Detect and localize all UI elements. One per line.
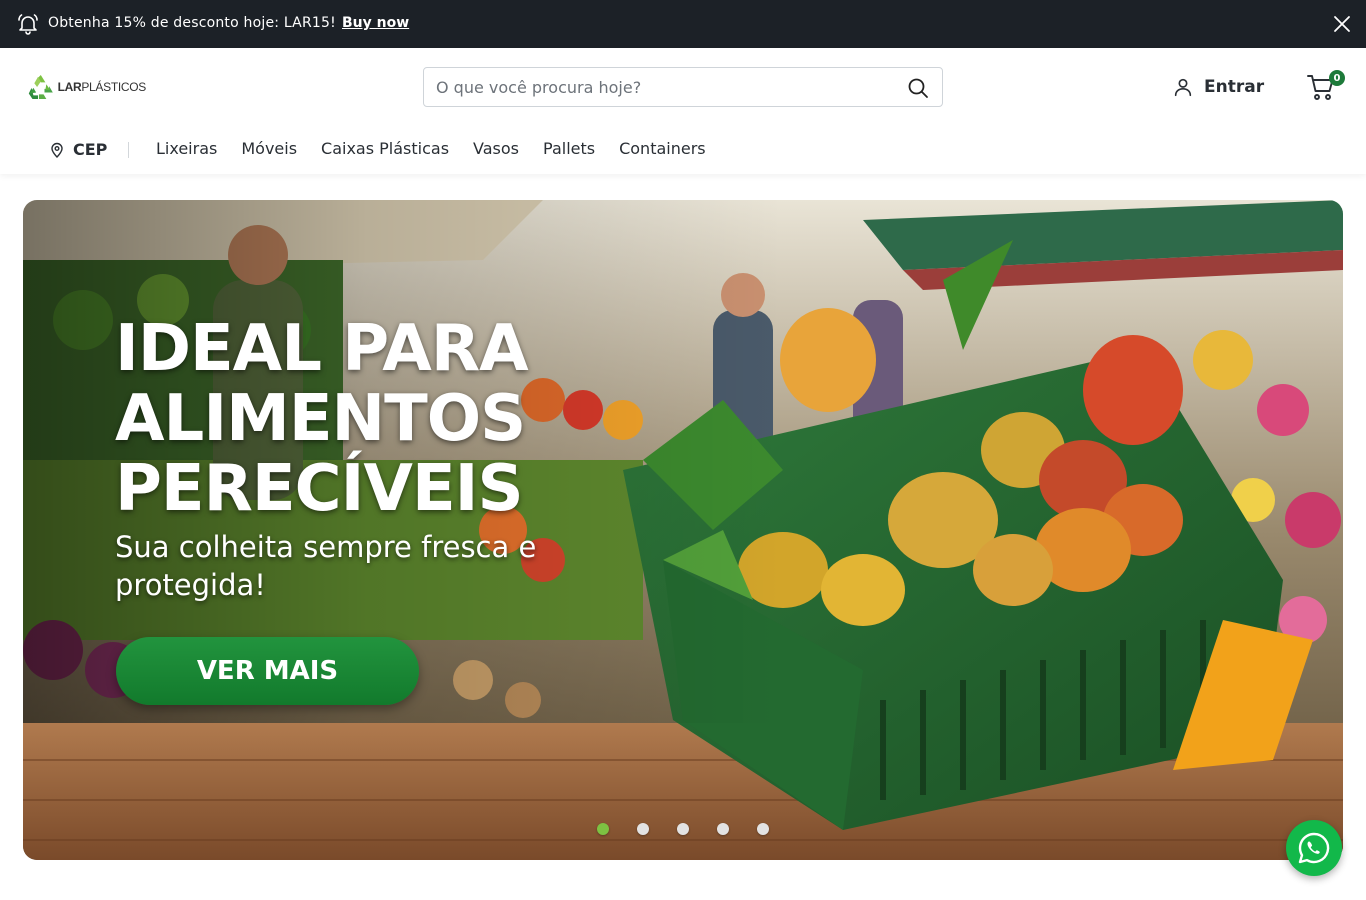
carousel-dot-5[interactable] [757, 823, 769, 835]
nav-item-vasos[interactable]: Vasos [461, 139, 531, 158]
user-icon [1174, 78, 1192, 97]
search-icon[interactable] [906, 76, 930, 100]
announcement-text: Obtenha 15% de desconto hoje: LAR15! [48, 15, 336, 31]
whatsapp-icon [1298, 832, 1330, 864]
cep-selector[interactable]: CEP [50, 140, 107, 159]
nav-item-pallets[interactable]: Pallets [531, 139, 607, 158]
site-logo[interactable]: LARPLÁSTICOS [26, 70, 146, 104]
recycle-logo-icon [28, 74, 53, 100]
cart-button[interactable]: 0 [1306, 70, 1345, 104]
buy-now-link[interactable]: Buy now [342, 15, 409, 31]
close-icon[interactable] [1330, 12, 1354, 36]
nav-item-caixas-plasticas[interactable]: Caixas Plásticas [309, 139, 461, 158]
cart-count-badge: 0 [1329, 70, 1345, 86]
logo-wordmark: LARPLÁSTICOS [57, 80, 147, 94]
hero-banner[interactable]: IDEAL PARA ALIMENTOS PERECÍVEIS Sua colh… [23, 200, 1343, 860]
announcement-bar: Obtenha 15% de desconto hoje: LAR15! Buy… [0, 0, 1366, 48]
carousel-dot-2[interactable] [637, 823, 649, 835]
site-header: LARPLÁSTICOS Entrar 0 CEP [0, 48, 1366, 174]
search-box [423, 67, 943, 107]
category-menu: Lixeiras Móveis Caixas Plásticas Vasos P… [144, 139, 718, 158]
search-input[interactable] [436, 68, 896, 106]
carousel-dot-4[interactable] [717, 823, 729, 835]
pin-icon [51, 142, 63, 158]
nav-divider [128, 142, 129, 158]
cep-label: CEP [73, 140, 108, 159]
carousel-dot-1[interactable] [597, 823, 609, 835]
hero-subtitle: Sua colheita sempre fresca e protegida! [115, 530, 537, 602]
whatsapp-button[interactable] [1286, 820, 1342, 876]
hero-headline: IDEAL PARA ALIMENTOS PERECÍVEIS [115, 312, 529, 526]
login-label: Entrar [1204, 77, 1265, 97]
nav-item-moveis[interactable]: Móveis [229, 139, 309, 158]
bell-icon [18, 14, 38, 35]
login-button[interactable]: Entrar [1172, 74, 1264, 100]
nav-item-lixeiras[interactable]: Lixeiras [144, 139, 229, 158]
nav-item-containers[interactable]: Containers [607, 139, 718, 158]
carousel-dot-3[interactable] [677, 823, 689, 835]
category-nav: CEP Lixeiras Móveis Caixas Plásticas Vas… [0, 132, 1366, 166]
ver-mais-button[interactable]: VER MAIS [116, 637, 419, 705]
carousel-dots [597, 823, 797, 835]
